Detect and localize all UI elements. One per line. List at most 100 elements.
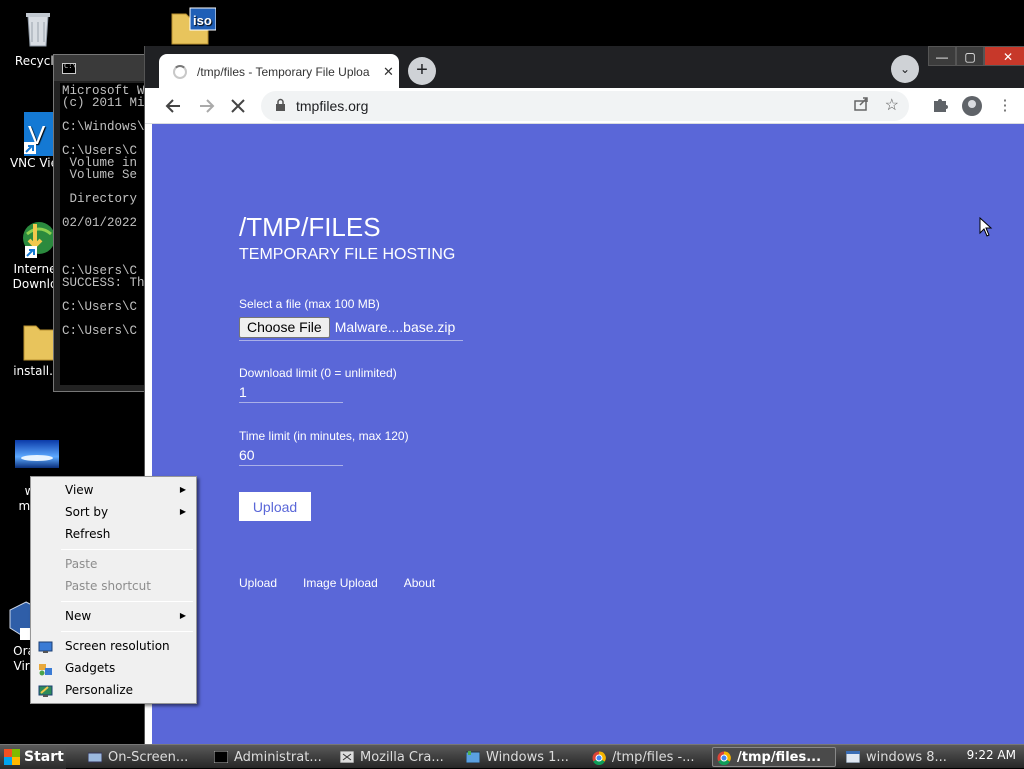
selected-file-name: Malware....base.zip xyxy=(334,319,456,335)
file-label: Select a file (max 100 MB) xyxy=(239,297,380,311)
chrome-window: /tmp/files - Temporary File Uploa ✕ + ⌄ … xyxy=(144,46,1024,744)
choose-file-button[interactable]: Choose File xyxy=(239,316,330,338)
stop-loading-icon[interactable] xyxy=(227,95,249,117)
menu-item-label: New xyxy=(65,609,92,623)
taskbar-item-label: On-Screen... xyxy=(108,749,189,765)
taskbar-item-windows-8[interactable]: windows 8... xyxy=(842,747,952,767)
bookmark-star-icon[interactable]: ☆ xyxy=(885,95,899,115)
taskbar-item-label: Administrat... xyxy=(234,749,322,765)
desktop-icon-iso-folder[interactable]: iso xyxy=(156,4,220,50)
share-icon[interactable] xyxy=(853,96,869,115)
menu-separator xyxy=(61,631,193,632)
taskbar-item-mozilla-crash[interactable]: Mozilla Cra... xyxy=(336,747,454,767)
submenu-arrow-icon: ▶ xyxy=(179,507,186,516)
menu-item-new[interactable]: New ▶ xyxy=(31,605,196,627)
maximize-button[interactable]: ▢ xyxy=(956,46,984,66)
time-limit-label: Time limit (in minutes, max 120) xyxy=(239,429,409,443)
browser-toolbar: tmpfiles.org ☆ ⋮ xyxy=(145,88,1024,124)
vnc-viewer-icon: V xyxy=(12,110,56,156)
url-text: tmpfiles.org xyxy=(296,98,369,114)
crash-reporter-icon xyxy=(339,750,355,764)
cmd-icon xyxy=(213,750,229,764)
page-title: /TMP/FILES xyxy=(239,212,381,242)
tab-search-button[interactable]: ⌄ xyxy=(891,55,919,83)
tab-close-icon[interactable]: ✕ xyxy=(383,64,394,80)
back-arrow-icon[interactable] xyxy=(163,95,185,117)
download-limit-label: Download limit (0 = unlimited) xyxy=(239,366,397,380)
footer-link-upload[interactable]: Upload xyxy=(239,576,277,590)
keyboard-icon xyxy=(87,751,103,763)
taskbar: Start On-Screen... Administrat... Mozill… xyxy=(0,744,1024,769)
taskbar-item-label: windows 8... xyxy=(866,749,947,765)
cmd-icon xyxy=(62,62,77,74)
chrome-icon xyxy=(592,751,606,766)
taskbar-item-administrator-cmd[interactable]: Administrat... xyxy=(210,747,326,767)
footer-nav: Upload Image Upload About xyxy=(239,576,461,590)
mouse-cursor-icon xyxy=(979,216,993,242)
menu-item-label: View xyxy=(65,483,94,497)
footer-link-image-upload[interactable]: Image Upload xyxy=(303,576,378,590)
taskbar-item-label: /tmp/files -... xyxy=(612,749,695,765)
taskbar-item-chrome-tmpfiles-2[interactable]: /tmp/files... xyxy=(712,747,836,767)
tmpfiles-page: /TMP/FILES TEMPORARY FILE HOSTING Select… xyxy=(152,124,1024,744)
download-limit-input[interactable] xyxy=(239,381,343,403)
address-bar[interactable]: tmpfiles.org ☆ xyxy=(261,91,909,121)
start-button[interactable]: Start xyxy=(0,745,66,769)
menu-item-label: Paste shortcut xyxy=(65,579,151,593)
footer-link-about[interactable]: About xyxy=(404,576,435,590)
internet-download-manager-icon xyxy=(13,216,57,260)
menu-item-gadgets[interactable]: Gadgets xyxy=(31,657,196,679)
chrome-icon xyxy=(717,751,731,766)
upload-button[interactable]: Upload xyxy=(239,492,311,521)
more-menu-icon[interactable]: ⋮ xyxy=(994,95,1016,117)
menu-item-screen-resolution[interactable]: Screen resolution xyxy=(31,635,196,657)
menu-item-label: Sort by xyxy=(65,505,109,519)
personalize-icon xyxy=(38,683,53,697)
menu-item-label: Paste xyxy=(65,557,98,571)
recycle-bin-icon xyxy=(16,8,60,52)
menu-item-label: Personalize xyxy=(65,683,134,697)
menu-item-sort-by[interactable]: Sort by ▶ xyxy=(31,501,196,523)
menu-item-paste-shortcut: Paste shortcut xyxy=(31,575,196,597)
menu-item-paste: Paste xyxy=(31,553,196,575)
loading-spinner-icon xyxy=(173,65,187,79)
new-tab-button[interactable]: + xyxy=(408,57,436,85)
window-controls: — ▢ ✕ xyxy=(928,46,1024,66)
browser-tab-tmpfiles[interactable]: /tmp/files - Temporary File Uploa ✕ xyxy=(159,54,399,90)
menu-item-label: Gadgets xyxy=(65,661,116,675)
minimize-button[interactable]: — xyxy=(928,46,956,66)
taskbar-item-label: Windows 1... xyxy=(486,749,569,765)
time-limit-input[interactable] xyxy=(239,444,343,466)
desktop: Recycle iso V VNC Vie Interne Downlo ins… xyxy=(0,0,1024,744)
taskbar-item-onscreen-keyboard[interactable]: On-Screen... xyxy=(84,747,194,767)
tab-title: /tmp/files - Temporary File Uploa xyxy=(197,65,370,79)
forward-arrow-icon[interactable] xyxy=(195,95,217,117)
menu-item-label: Refresh xyxy=(65,527,111,541)
menu-item-view[interactable]: View ▶ xyxy=(31,479,196,501)
close-window-button[interactable]: ✕ xyxy=(984,46,1024,66)
chrome-titlebar[interactable]: /tmp/files - Temporary File Uploa ✕ + ⌄ … xyxy=(145,46,1024,90)
taskbar-item-chrome-tmpfiles-1[interactable]: /tmp/files -... xyxy=(588,747,706,767)
page-subtitle: TEMPORARY FILE HOSTING xyxy=(239,246,456,263)
windows-logo-icon xyxy=(4,749,20,765)
menu-item-label: Screen resolution xyxy=(65,639,170,653)
system-clock[interactable]: 9:22 AM xyxy=(967,748,1016,762)
menu-separator xyxy=(61,601,193,602)
window-app-icon xyxy=(465,751,481,764)
profile-avatar-icon[interactable] xyxy=(962,96,982,116)
start-label: Start xyxy=(24,749,64,765)
gadgets-icon xyxy=(38,661,53,676)
lock-icon xyxy=(275,98,286,114)
taskbar-item-label: Mozilla Cra... xyxy=(360,749,444,765)
menu-item-personalize[interactable]: Personalize xyxy=(31,679,196,701)
folder-icon: iso xyxy=(166,4,217,48)
menu-separator xyxy=(61,549,193,550)
taskbar-item-windows-1[interactable]: Windows 1... xyxy=(462,747,580,767)
submenu-arrow-icon: ▶ xyxy=(179,611,186,620)
desktop-context-menu: View ▶ Sort by ▶ Refresh Paste Paste sho… xyxy=(30,476,197,704)
menu-item-refresh[interactable]: Refresh xyxy=(31,523,196,545)
file-input: Choose File Malware....base.zip xyxy=(239,314,463,341)
window-app-icon xyxy=(845,750,861,764)
extensions-puzzle-icon[interactable] xyxy=(929,95,951,117)
submenu-arrow-icon: ▶ xyxy=(179,485,186,494)
